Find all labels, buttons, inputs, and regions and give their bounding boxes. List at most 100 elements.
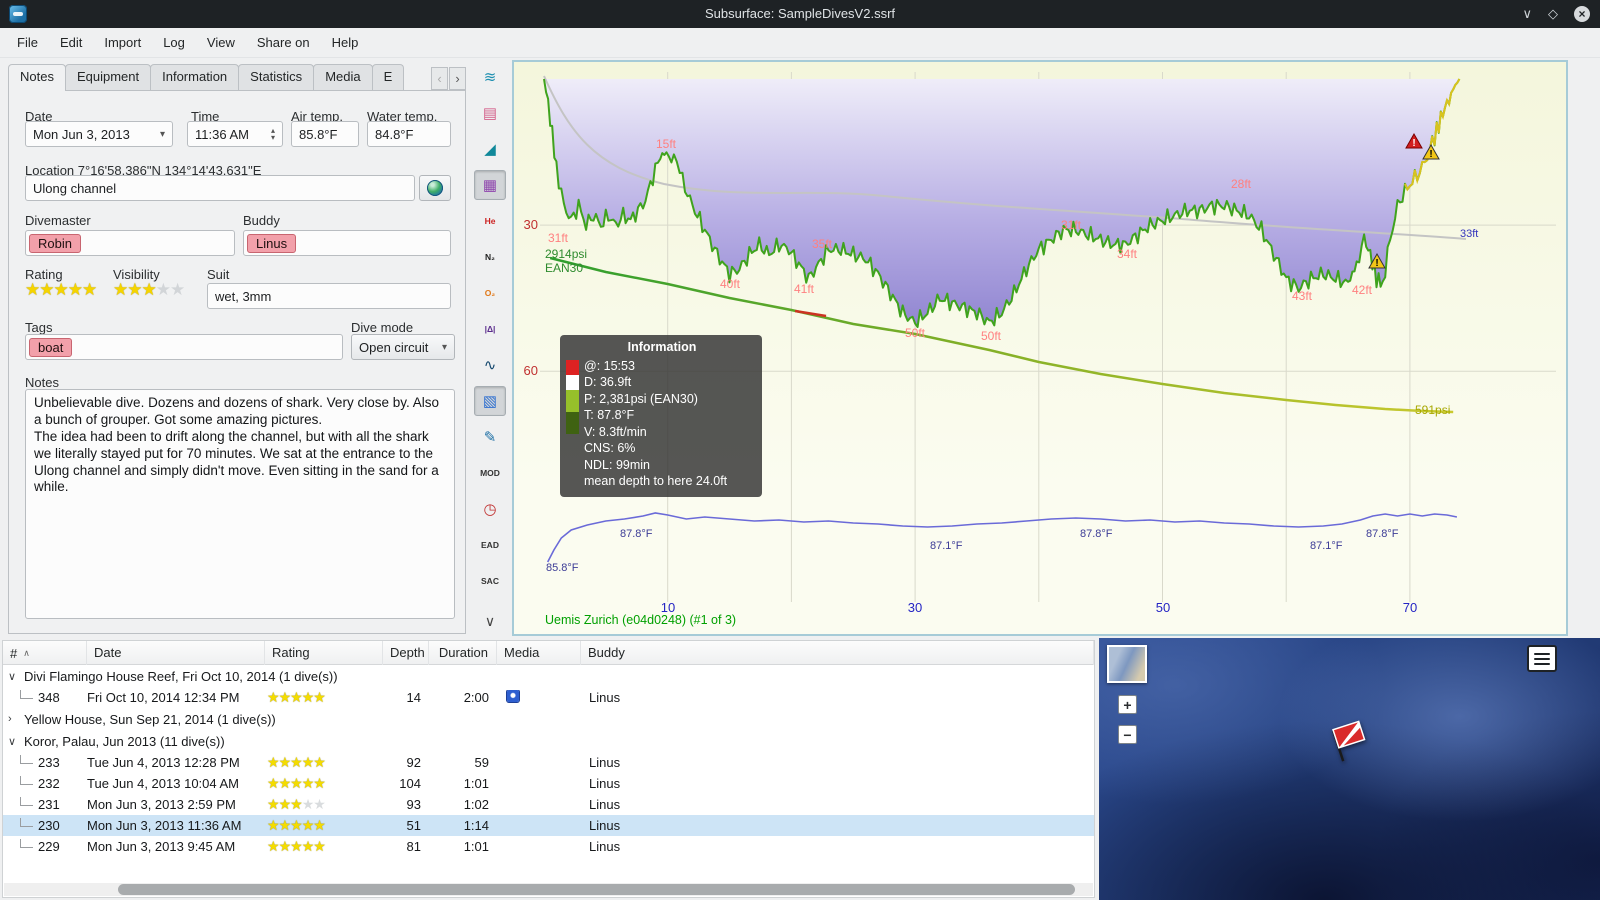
star-icon: ★ xyxy=(267,796,280,812)
menu-help[interactable]: Help xyxy=(321,30,370,55)
tab-scroll-right-button[interactable]: › xyxy=(449,67,466,90)
n2-graph-icon[interactable]: N₂ xyxy=(474,242,506,272)
photos-icon[interactable]: ▧ xyxy=(474,386,506,416)
location-globe-button[interactable] xyxy=(419,175,451,201)
column-header-buddy[interactable]: Buddy xyxy=(581,641,1094,665)
dive-list-panel: # ∧ Date Rating Depth Duration Media Buddy ∨ Div… xyxy=(2,640,1095,898)
close-button[interactable]: × xyxy=(1574,6,1590,22)
dive-row[interactable]: 233 Tue Jun 4, 2013 12:28 PM ★★★★★ 92 59 Linu… xyxy=(3,752,1094,773)
dive-mode-combobox[interactable]: Open circuit ▾ xyxy=(351,334,455,360)
menu-log[interactable]: Log xyxy=(152,30,196,55)
trip-row[interactable]: ∨ Koror, Palau, Jun 2013 (11 dive(s)) xyxy=(3,730,1094,752)
star-icon: ★ xyxy=(267,775,280,791)
dive-row[interactable]: 232 Tue Jun 4, 2013 10:04 AM ★★★★★ 104 1:01 L… xyxy=(3,773,1094,794)
tag-chip[interactable]: boat xyxy=(29,337,73,357)
heart-rate-icon[interactable]: ∿ xyxy=(474,350,506,380)
menu-edit[interactable]: Edit xyxy=(49,30,93,55)
scrollbar-thumb[interactable] xyxy=(118,884,1075,895)
swimmer-icon[interactable]: ≋ xyxy=(474,62,506,92)
map-menu-button[interactable] xyxy=(1527,645,1557,672)
visibility-stars[interactable]: ★★★★★ xyxy=(113,280,185,300)
he-graph-icon[interactable]: He xyxy=(474,206,506,236)
tags-field[interactable]: boat xyxy=(25,334,343,360)
notes-textarea[interactable]: Unbelievable dive. Dozens and dozens of … xyxy=(25,389,455,619)
column-header-rating[interactable]: Rating xyxy=(265,641,383,665)
star-icon[interactable]: ★ xyxy=(39,280,54,299)
star-icon[interactable]: ★ xyxy=(68,280,83,299)
dive-mode-label: Dive mode xyxy=(351,320,414,335)
tab-scroll-left-button[interactable]: ‹ xyxy=(431,67,448,90)
menu-file[interactable]: File xyxy=(6,30,49,55)
menu-share-on[interactable]: Share on xyxy=(246,30,321,55)
column-header-duration[interactable]: Duration xyxy=(429,641,497,665)
divemaster-chip[interactable]: Robin xyxy=(29,233,81,253)
menu-import[interactable]: Import xyxy=(93,30,152,55)
expander-icon[interactable]: ∨ xyxy=(8,670,21,683)
suit-field[interactable] xyxy=(207,283,451,309)
mod-icon[interactable]: MOD xyxy=(474,458,506,488)
tab-e[interactable]: E xyxy=(371,64,405,91)
star-icon[interactable]: ★ xyxy=(127,280,142,299)
column-header-depth[interactable]: Depth xyxy=(383,641,429,665)
maximize-button[interactable]: ◇ xyxy=(1548,6,1558,22)
o2-graph-icon[interactable]: O₂ xyxy=(474,278,506,308)
sac-icon[interactable]: SAC xyxy=(474,566,506,596)
air-temp-field[interactable] xyxy=(291,121,359,147)
zoom-out-button[interactable]: − xyxy=(1118,725,1137,744)
rating-stars[interactable]: ★★★★★ xyxy=(25,280,97,300)
star-icon[interactable]: ★ xyxy=(142,280,157,299)
ruler-icon[interactable]: ▤ xyxy=(474,98,506,128)
dive-row[interactable]: 229 Mon Jun 3, 2013 9:45 AM ★★★★★ 81 1:01 Lin… xyxy=(3,836,1094,857)
dive-profile-panel[interactable]: 30 60 10 30 50 70 15ft 31ft 2914psi EAN30 40ft 41ft… xyxy=(512,60,1568,636)
svg-text:34ft: 34ft xyxy=(1117,247,1138,261)
buddy-chip[interactable]: Linus xyxy=(247,233,297,253)
trip-row[interactable]: › Yellow House, Sun Sep 21, 2014 (1 dive(… xyxy=(3,708,1094,730)
spinner-arrows-icon[interactable]: ▴ ▾ xyxy=(271,127,275,142)
svg-text:85.8°F: 85.8°F xyxy=(546,562,579,574)
pen-icon[interactable]: ✎ xyxy=(474,422,506,452)
date-combobox[interactable]: Mon Jun 3, 2013 ▾ xyxy=(25,121,173,147)
ceiling-icon[interactable]: ▦ xyxy=(474,170,506,200)
buddy-field[interactable]: Linus xyxy=(243,230,451,256)
dive-rating: ★★★★★ xyxy=(265,838,383,855)
tab-statistics[interactable]: Statistics xyxy=(238,64,315,91)
star-icon[interactable]: ★ xyxy=(170,280,185,299)
star-icon: ★ xyxy=(301,796,315,812)
column-header-date[interactable]: Date xyxy=(87,641,265,665)
column-header-media[interactable]: Media xyxy=(497,641,581,665)
deco-clock-icon[interactable]: ◷ xyxy=(474,494,506,524)
star-icon[interactable]: ★ xyxy=(54,280,69,299)
star-icon[interactable]: ★ xyxy=(25,280,40,299)
toolbar-collapse-button[interactable]: ∨ xyxy=(474,610,506,632)
dive-row[interactable]: 231 Mon Jun 3, 2013 2:59 PM ★★★★★ 93 1:02 Lin… xyxy=(3,794,1094,815)
water-temp-field[interactable] xyxy=(367,121,451,147)
dive-row[interactable]: 348 Fri Oct 10, 2014 12:34 PM ★★★★★ 14 2:00 L… xyxy=(3,687,1094,708)
tab-information[interactable]: Information xyxy=(150,64,240,91)
media-icon[interactable] xyxy=(507,690,519,702)
divemaster-field[interactable]: Robin xyxy=(25,230,235,256)
expander-icon[interactable]: › xyxy=(8,713,21,725)
horizontal-scrollbar[interactable] xyxy=(4,883,1093,896)
dive-row[interactable]: 230 Mon Jun 3, 2013 11:36 AM ★★★★★ 51 1:14 Li… xyxy=(3,815,1094,836)
column-header-num[interactable]: # ∧ xyxy=(3,641,87,665)
scale-icon[interactable]: ◢ xyxy=(474,134,506,164)
tab-media[interactable]: Media xyxy=(313,64,373,91)
menu-view[interactable]: View xyxy=(196,30,246,55)
dive-flag-marker[interactable] xyxy=(1327,718,1373,762)
minimize-button[interactable]: ∨ xyxy=(1522,6,1532,22)
star-icon: ★ xyxy=(267,838,280,854)
tab-equipment[interactable]: Equipment xyxy=(64,64,152,91)
expander-icon[interactable]: ∨ xyxy=(8,735,21,748)
zoom-in-button[interactable]: + xyxy=(1118,695,1137,714)
location-field[interactable] xyxy=(25,175,415,201)
tab-notes[interactable]: Notes xyxy=(8,64,66,91)
star-icon[interactable]: ★ xyxy=(156,280,171,299)
ead-icon[interactable]: EAD xyxy=(474,530,506,560)
pp-graph-icon[interactable]: |Δ| xyxy=(474,314,506,344)
map-overview-thumbnail[interactable] xyxy=(1107,645,1147,683)
star-icon[interactable]: ★ xyxy=(82,280,97,299)
map-canvas[interactable] xyxy=(1099,638,1600,900)
trip-row[interactable]: ∨ Divi Flamingo House Reef, Fri Oct 10, 2… xyxy=(3,665,1094,687)
star-icon[interactable]: ★ xyxy=(113,280,128,299)
time-spinbox[interactable]: 11:36 AM ▴ ▾ xyxy=(187,121,283,147)
